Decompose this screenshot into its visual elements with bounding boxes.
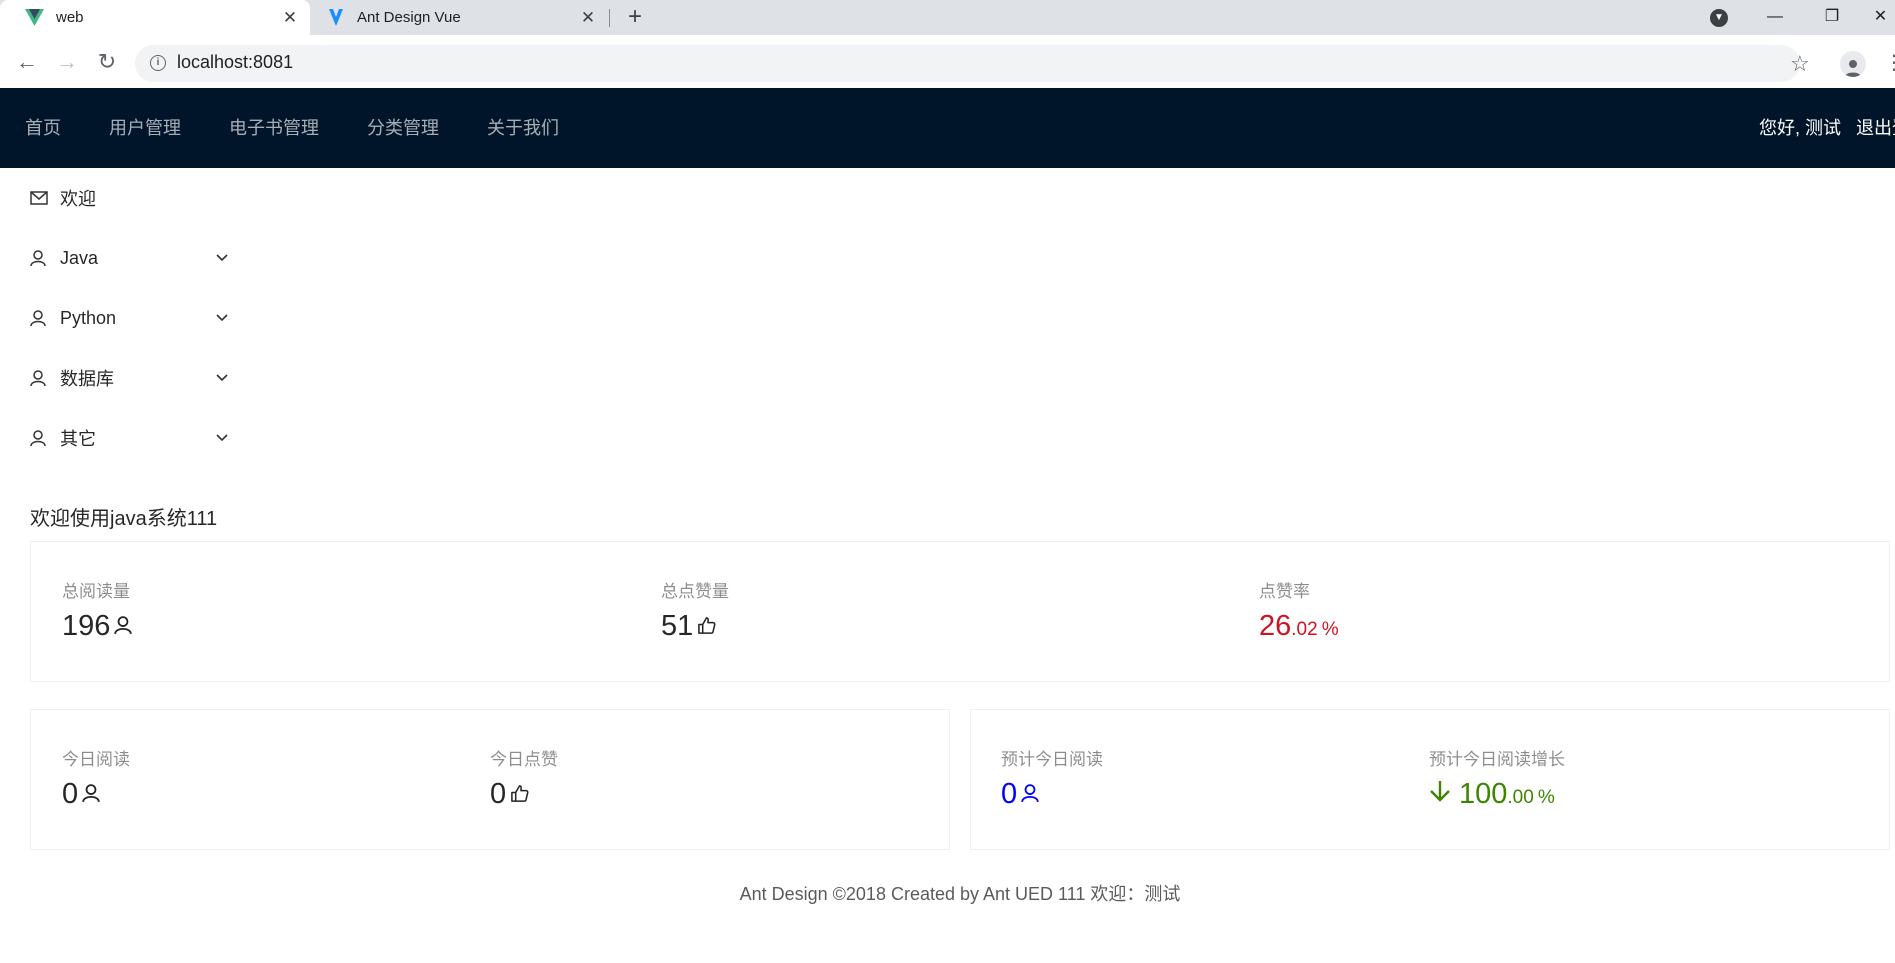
close-tab-icon[interactable]: ✕ <box>576 6 600 30</box>
forecast-views-value: 0 <box>1001 778 1039 811</box>
minimize-button[interactable]: — <box>1752 4 1798 30</box>
greeting-text: 您好, 测试 <box>1759 118 1842 138</box>
stat-number: 51 <box>661 610 694 642</box>
browser-menu-icon[interactable]: ⋮ <box>1884 52 1895 74</box>
reload-icon[interactable]: ↻ <box>94 49 120 75</box>
tab-title: web <box>56 9 84 26</box>
like-rate-value: 26 .02 % <box>1259 610 1339 643</box>
sidebar-item-label: 数据库 <box>60 369 114 389</box>
footer-text: Ant Design ©2018 Created by Ant UED 111 … <box>739 884 1181 904</box>
stat-number-int: 26 <box>1259 610 1292 642</box>
user-greeting: 您好, 测试 退出登录 <box>1759 88 1895 168</box>
logout-link[interactable]: 退出登录 <box>1856 118 1895 138</box>
chevron-down-icon <box>216 371 230 385</box>
site-info-icon[interactable]: i <box>150 55 166 71</box>
bookmark-star-icon[interactable]: ☆ <box>1790 51 1810 77</box>
total-views-value: 196 <box>62 610 133 643</box>
like-icon <box>510 784 529 809</box>
stat-number: 0 <box>1001 778 1018 810</box>
forecast-growth-value: 100 .00 % <box>1429 778 1555 811</box>
user-icon <box>30 369 48 387</box>
sidebar-item-java[interactable]: Java <box>30 228 230 288</box>
user-icon <box>30 309 48 327</box>
nav-home[interactable]: 首页 <box>25 88 61 168</box>
browser-tab-ant-design-vue[interactable]: Ant Design Vue ✕ <box>318 0 608 35</box>
percent-suffix: % <box>1321 619 1339 640</box>
overall-stats-card <box>30 541 1890 682</box>
nav-category-management[interactable]: 分类管理 <box>367 88 439 168</box>
window-close-button[interactable]: ✕ <box>1866 4 1895 30</box>
total-likes-value: 51 <box>661 610 716 643</box>
chevron-down-icon <box>216 431 230 445</box>
user-icon <box>30 429 48 447</box>
stat-number-decimal: .02 <box>1291 619 1318 640</box>
new-tab-button[interactable]: + <box>621 5 649 30</box>
nav-user-management[interactable]: 用户管理 <box>109 88 181 168</box>
chevron-down-icon <box>216 251 230 265</box>
tab-separator <box>609 9 610 27</box>
ant-design-vue-logo-icon <box>326 8 345 27</box>
user-icon <box>30 249 48 267</box>
user-icon <box>114 616 133 641</box>
sidebar-item-python[interactable]: Python <box>30 288 230 348</box>
sidebar-item-database[interactable]: 数据库 <box>30 348 230 408</box>
stat-number: 0 <box>490 778 507 810</box>
today-views-value: 0 <box>62 778 100 811</box>
welcome-title: 欢迎使用java系统111 <box>30 508 218 530</box>
nav-ebook-management[interactable]: 电子书管理 <box>229 88 319 168</box>
nav-about-us[interactable]: 关于我们 <box>487 88 559 168</box>
sidebar-item-label: 欢迎 <box>60 189 96 209</box>
close-tab-icon[interactable]: ✕ <box>278 6 302 30</box>
arrow-down-icon <box>1429 778 1451 811</box>
stat-number: 196 <box>62 610 111 642</box>
sidebar-item-label: Python <box>60 307 117 328</box>
user-icon <box>82 784 100 809</box>
stat-number-int: 100 <box>1459 778 1508 810</box>
today-likes-value: 0 <box>490 778 529 811</box>
sidebar-item-other[interactable]: 其它 <box>30 408 230 468</box>
sidebar-item-label: Java <box>60 247 99 268</box>
like-icon <box>697 616 716 641</box>
profile-avatar-icon[interactable] <box>1840 51 1866 77</box>
user-icon <box>1021 784 1039 809</box>
forecast-views-title: 预计今日阅读 <box>1001 750 1103 769</box>
forward-arrow-icon[interactable]: → <box>54 49 80 75</box>
back-arrow-icon[interactable]: ← <box>14 49 40 75</box>
percent-suffix: % <box>1537 787 1555 808</box>
total-likes-title: 总点赞量 <box>661 582 729 601</box>
stat-number: 0 <box>62 778 79 810</box>
like-rate-title: 点赞率 <box>1259 582 1310 601</box>
sidebar-item-welcome[interactable]: 欢迎 <box>30 168 230 228</box>
url-text[interactable]: localhost:8081 <box>177 52 293 73</box>
forecast-growth-title: 预计今日阅读增长 <box>1429 750 1565 769</box>
sidebar-item-label: 其它 <box>60 429 96 449</box>
vue-logo-icon <box>25 8 44 27</box>
tab-search-icon[interactable]: ▼ <box>1710 9 1728 27</box>
address-bar[interactable] <box>135 45 1800 82</box>
today-likes-title: 今日点赞 <box>490 750 558 769</box>
chevron-down-icon <box>216 311 230 325</box>
browser-tab-web[interactable]: web ✕ <box>0 0 310 35</box>
restore-button[interactable]: ❐ <box>1809 4 1855 30</box>
total-views-title: 总阅读量 <box>62 582 130 601</box>
today-views-title: 今日阅读 <box>62 750 130 769</box>
tab-title: Ant Design Vue <box>357 9 461 26</box>
stat-number-decimal: .00 <box>1507 787 1534 808</box>
mail-icon <box>30 189 48 207</box>
